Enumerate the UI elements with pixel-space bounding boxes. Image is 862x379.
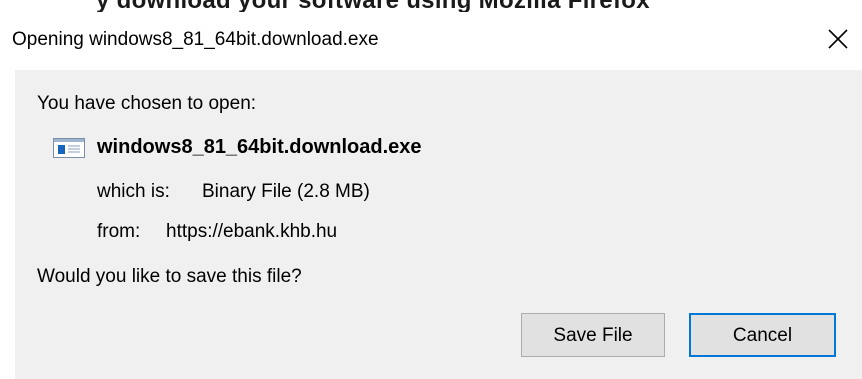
background-heading-text: y download your software using Mozilla F… xyxy=(96,0,650,12)
which-is-label: which is: xyxy=(97,181,170,202)
open-file-dialog: Opening windows8_81_64bit.download.exe Y… xyxy=(0,12,862,379)
dialog-content: You have chosen to open: windows8_81_64b… xyxy=(15,70,862,379)
dialog-title: Opening windows8_81_64bit.download.exe xyxy=(12,29,379,50)
save-file-button[interactable]: Save File xyxy=(521,313,665,357)
file-name: windows8_81_64bit.download.exe xyxy=(97,136,422,158)
background-page-heading-fragment: y download your software using Mozilla F… xyxy=(0,0,862,12)
save-question: Would you like to save this file? xyxy=(37,266,302,287)
chosen-to-open-label: You have chosen to open: xyxy=(37,93,257,114)
source-url-value: https://ebank.khb.hu xyxy=(166,221,338,242)
file-type-value: Binary File (2.8 MB) xyxy=(202,181,370,202)
close-icon xyxy=(828,29,848,49)
close-button[interactable] xyxy=(816,16,862,62)
exe-file-icon xyxy=(53,138,85,158)
from-label: from: xyxy=(97,221,141,242)
dialog-title-bar[interactable]: Opening windows8_81_64bit.download.exe xyxy=(0,12,862,70)
cancel-button[interactable]: Cancel xyxy=(689,313,836,357)
